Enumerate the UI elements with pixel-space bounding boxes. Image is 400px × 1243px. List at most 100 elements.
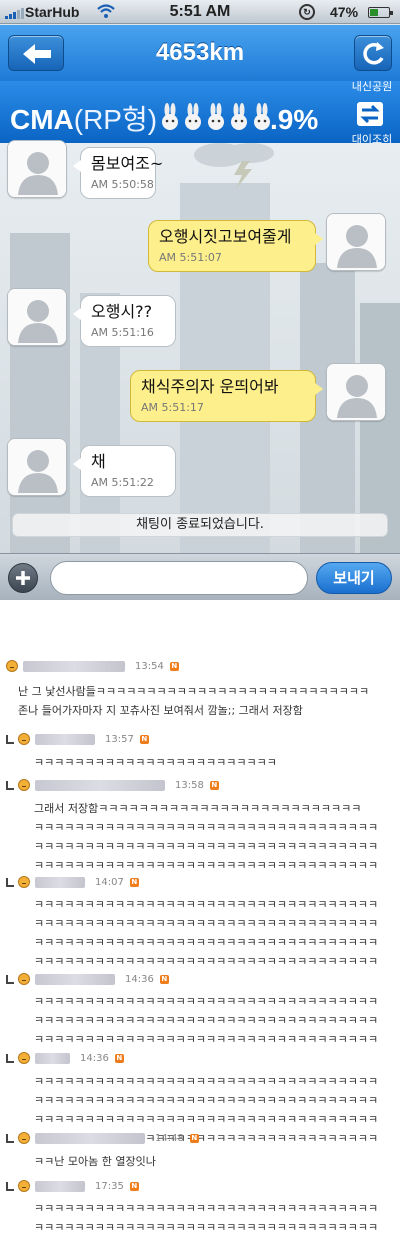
banner-side-top: 내신공원 <box>351 81 393 93</box>
comment-text: ㅋㅋ난 모아놈 한 열장잇나 <box>34 1155 156 1168</box>
avatar[interactable] <box>7 288 67 346</box>
user-emoticon-icon <box>18 733 30 745</box>
battery-icon <box>368 7 393 18</box>
chat-ended-notice: 채팅이 종료되었습니다. <box>12 513 388 537</box>
attach-button[interactable] <box>8 563 38 593</box>
comment-time: 13:57 <box>105 733 134 745</box>
new-badge: N <box>209 780 219 790</box>
user-emoticon-icon <box>18 1180 30 1192</box>
blurred-username[interactable] <box>35 779 165 791</box>
comment-text: ㅋㅋㅋㅋㅋㅋㅋㅋㅋㅋㅋㅋㅋㅋㅋㅋㅋㅋㅋㅋㅋㅋㅋㅋㅋㅋㅋㅋㅋㅋㅋㅋㅋㅋ <box>34 1075 379 1088</box>
rotation-lock-icon: ↻ <box>299 4 315 20</box>
reply-arrow-icon <box>6 1053 14 1063</box>
blurred-username[interactable] <box>35 1052 70 1064</box>
comment-text: ㅋㅋㅋㅋㅋㅋㅋㅋㅋㅋㅋㅋㅋㅋㅋㅋㅋㅋㅋㅋㅋㅋㅋㅋㅋㅋㅋㅋㅋㅋㅋㅋㅋㅋ <box>34 821 379 834</box>
banner-side-bottom: 대이조히 <box>351 133 393 143</box>
avatar[interactable] <box>7 140 67 198</box>
comment-time: 14:36 <box>125 973 154 985</box>
page-title: 4653km <box>155 39 245 66</box>
comment-header: 17:35 N <box>6 1179 139 1193</box>
battery-fill <box>370 9 378 16</box>
message-text: 채 <box>91 452 106 471</box>
message-timestamp: AM 5:51:16 <box>91 326 154 339</box>
comment-text: ㅋㅋㅋㅋㅋㅋㅋㅋㅋㅋㅋㅋㅋㅋㅋㅋㅋㅋㅋㅋㅋㅋㅋㅋㅋㅋㅋㅋㅋㅋㅋㅋㅋㅋ <box>34 995 379 1008</box>
blurred-username[interactable] <box>35 876 85 888</box>
comment-time: 14:07 <box>95 876 124 888</box>
user-emoticon-icon <box>18 876 30 888</box>
banner-product: (RP형) <box>73 104 158 135</box>
message-timestamp: AM 5:51:22 <box>91 476 154 489</box>
blurred-username[interactable] <box>23 660 125 672</box>
received-message-bubble: 몸보여조~ AM 5:50:58 <box>73 147 164 199</box>
comment-time: 14:36 <box>80 1052 109 1064</box>
reply-arrow-icon <box>6 974 14 984</box>
comment-text: 존나 들어가자마자 지 꼬츄사진 보여줘서 깜놀;; 그래서 저장함 <box>18 704 303 717</box>
blurred-username[interactable] <box>35 1180 85 1192</box>
message-input[interactable] <box>50 561 308 595</box>
message-text: 몸보여조~ <box>91 154 164 173</box>
user-emoticon-icon <box>18 973 30 985</box>
message-text: 오행시?? <box>91 302 153 321</box>
received-message-bubble: 채 AM 5:51:22 <box>73 445 176 497</box>
rabbit-icon <box>252 103 272 131</box>
received-message-bubble: 오행시?? AM 5:51:16 <box>73 295 176 347</box>
message-timestamp: AM 5:50:58 <box>91 178 154 191</box>
new-badge: N <box>114 1053 124 1063</box>
new-badge: N <box>159 974 169 984</box>
message-text: 채식주의자 운띄어봐 <box>141 377 279 396</box>
comment-header: 13:58 N <box>6 778 219 792</box>
comment-text: ㅋㅋㅋㅋㅋㅋㅋㅋㅋㅋㅋㅋㅋㅋㅋㅋㅋㅋㅋㅋㅋㅋㅋㅋㅋㅋㅋㅋㅋㅋㅋㅋㅋㅋ <box>34 1202 379 1215</box>
comment-text: ㅋㅋㅋㅋㅋㅋㅋㅋㅋㅋㅋㅋㅋㅋㅋㅋㅋㅋㅋㅋㅋㅋㅋㅋㅋㅋㅋㅋㅋㅋㅋㅋㅋㅋ <box>34 859 379 872</box>
comment-text: ㅋㅋㅋㅋㅋㅋㅋㅋㅋㅋㅋㅋㅋㅋㅋㅋㅋㅋㅋㅋㅋㅋㅋㅋㅋㅋㅋㅋㅋㅋㅋㅋㅋㅋ <box>34 840 379 853</box>
new-badge: N <box>139 734 149 744</box>
rabbit-icon <box>160 103 180 131</box>
avatar[interactable] <box>326 213 386 271</box>
comment-header: 14:36 N <box>6 972 169 986</box>
banner-brand: CMA(RP형) <box>10 105 157 135</box>
blurred-username[interactable] <box>35 733 95 745</box>
reply-arrow-icon <box>6 780 14 790</box>
banner-brand-text: CMA <box>10 104 74 135</box>
chat-screenshot: StarHub 5:51 AM ↻ 47% 4653km CMA(RP형) .9… <box>0 0 400 600</box>
cloud-icon <box>194 143 274 189</box>
comment-section: 13:54 N 난 그 낯선사람들ㅋㅋㅋㅋㅋㅋㅋㅋㅋㅋㅋㅋㅋㅋㅋㅋㅋㅋㅋㅋㅋㅋㅋㅋㅋ… <box>0 640 400 1243</box>
navigation-bar: 4653km <box>0 25 400 81</box>
ad-banner[interactable]: CMA(RP형) .9% 내신공원 대이조히 <box>0 81 400 143</box>
user-emoticon-icon <box>18 1052 30 1064</box>
message-text: 오행시짓고보여줄게 <box>159 227 292 246</box>
comment-text: ㅋㅋㅋㅋㅋㅋㅋㅋㅋㅋㅋㅋㅋㅋㅋㅋㅋㅋㅋㅋㅋㅋㅋㅋㅋㅋㅋㅋㅋㅋㅋㅋㅋㅋ <box>34 1221 379 1234</box>
message-timestamp: AM 5:51:17 <box>141 401 204 414</box>
comment-time: 13:54 <box>135 660 164 672</box>
rabbit-icon <box>206 103 226 131</box>
comment-header: 13:57 N <box>6 732 149 746</box>
user-emoticon-icon <box>18 779 30 791</box>
avatar[interactable] <box>7 438 67 496</box>
comment-header: 14:07 N <box>6 875 139 889</box>
send-button[interactable]: 보내기 <box>316 562 392 594</box>
comment-text: 그래서 저장함ㅋㅋㅋㅋㅋㅋㅋㅋㅋㅋㅋㅋㅋㅋㅋㅋㅋㅋㅋㅋㅋㅋㅋㅋㅋㅋ <box>34 802 362 815</box>
comment-text: ㅋㅋㅋㅋㅋㅋㅋㅋㅋㅋㅋㅋㅋㅋㅋㅋㅋㅋㅋㅋㅋㅋㅋㅋㅋㅋㅋㅋㅋㅋㅋㅋㅋㅋ <box>34 1033 379 1046</box>
comment-text: ㅋㅋㅋㅋㅋㅋㅋㅋㅋㅋㅋㅋㅋㅋㅋㅋㅋㅋㅋㅋㅋㅋㅋㅋ <box>34 756 277 769</box>
comment-header: 13:54 N <box>6 659 179 673</box>
comment-header: 14:48 N <box>6 1131 199 1145</box>
reply-arrow-icon <box>6 734 14 744</box>
comment-time: 13:58 <box>175 779 204 791</box>
sent-message-bubble: 오행시짓고보여줄게 AM 5:51:07 <box>148 220 323 272</box>
avatar[interactable] <box>326 363 386 421</box>
rabbit-icons <box>160 103 272 131</box>
plus-icon <box>16 571 30 585</box>
blurred-username[interactable] <box>35 1132 145 1144</box>
blurred-username[interactable] <box>35 973 115 985</box>
comment-text: 난 그 낯선사람들ㅋㅋㅋㅋㅋㅋㅋㅋㅋㅋㅋㅋㅋㅋㅋㅋㅋㅋㅋㅋㅋㅋㅋㅋㅋㅋㅋ <box>18 685 370 698</box>
reply-arrow-icon <box>6 1181 14 1191</box>
reply-arrow-icon <box>6 877 14 887</box>
battery-percent: 47% <box>330 4 359 20</box>
new-badge: N <box>189 1133 199 1143</box>
comment-text: ㅋㅋㅋㅋㅋㅋㅋㅋㅋㅋㅋㅋㅋㅋㅋㅋㅋㅋㅋㅋㅋㅋㅋㅋㅋㅋㅋㅋㅋㅋㅋㅋㅋㅋ <box>34 1014 379 1027</box>
message-timestamp: AM 5:51:07 <box>159 251 222 264</box>
reply-arrow-icon <box>6 1133 14 1143</box>
refresh-button[interactable] <box>354 35 392 71</box>
new-badge: N <box>129 1181 139 1191</box>
status-bar: StarHub 5:51 AM ↻ 47% <box>0 0 400 24</box>
comment-text: ㅋㅋㅋㅋㅋㅋㅋㅋㅋㅋㅋㅋㅋㅋㅋㅋㅋㅋㅋㅋㅋㅋㅋㅋㅋㅋㅋㅋㅋㅋㅋㅋㅋㅋ <box>34 955 379 968</box>
